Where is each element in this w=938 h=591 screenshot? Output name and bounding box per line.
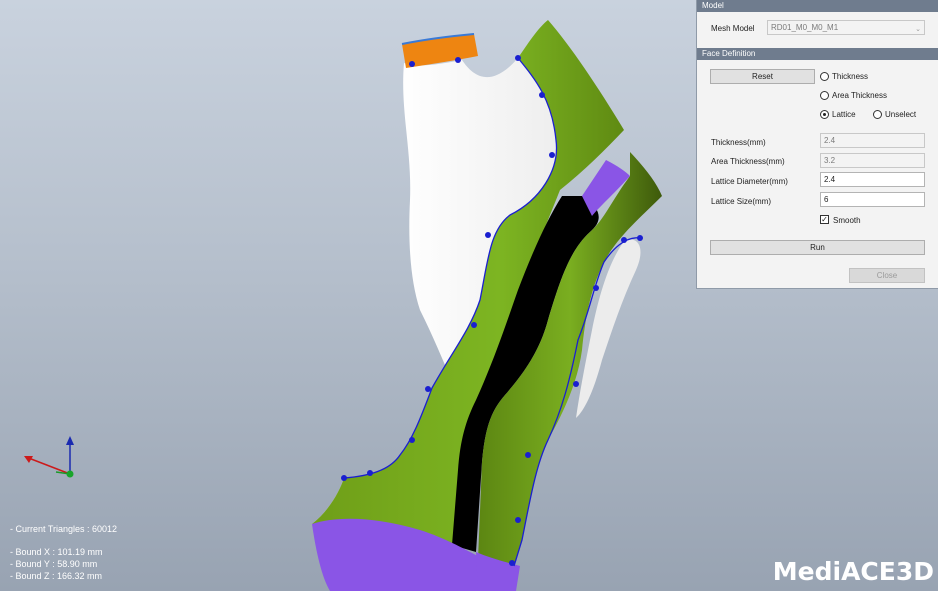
run-button[interactable]: Run <box>710 240 925 255</box>
control-point[interactable] <box>509 560 515 566</box>
smooth-label[interactable]: Smooth <box>833 216 861 225</box>
bound-x: - Bound X : 101.19 mm <box>10 547 103 557</box>
control-point[interactable] <box>409 61 415 67</box>
thickness-field: 2.4 <box>820 133 925 148</box>
model-section-header: Model <box>697 0 938 12</box>
reset-button[interactable]: Reset <box>710 69 815 84</box>
bound-z: - Bound Z : 166.32 mm <box>10 571 103 581</box>
control-point[interactable] <box>539 92 545 98</box>
lattice-diameter-field[interactable]: 2.4 <box>820 172 925 187</box>
area-thickness-field: 3.2 <box>820 153 925 168</box>
control-point[interactable] <box>471 322 477 328</box>
control-point[interactable] <box>455 57 461 63</box>
control-point[interactable] <box>621 237 627 243</box>
lattice-diameter-label: Lattice Diameter(mm) <box>711 177 788 186</box>
chevron-down-icon: ⌄ <box>915 26 921 33</box>
control-point[interactable] <box>573 381 579 387</box>
axis-origin <box>66 470 74 478</box>
radio-thickness[interactable] <box>820 72 829 81</box>
radio-thickness-label[interactable]: Thickness <box>832 72 868 81</box>
control-point[interactable] <box>593 285 599 291</box>
close-button[interactable]: Close <box>849 268 925 283</box>
control-point[interactable] <box>515 55 521 61</box>
area-thickness-label: Area Thickness(mm) <box>711 157 785 166</box>
radio-area-thickness-label[interactable]: Area Thickness <box>832 91 887 100</box>
smooth-checkbox[interactable]: ✓ <box>820 215 829 224</box>
mesh-model-label: Mesh Model <box>711 24 755 33</box>
control-point[interactable] <box>409 437 415 443</box>
radio-lattice-label[interactable]: Lattice <box>832 110 856 119</box>
control-point[interactable] <box>549 152 555 158</box>
control-point[interactable] <box>515 517 521 523</box>
thickness-label: Thickness(mm) <box>711 138 766 147</box>
lattice-size-label: Lattice Size(mm) <box>711 197 772 206</box>
mesh-model-value: RD01_M0_M0_M1 <box>771 23 839 32</box>
mediace3d-logo: MediACE3D <box>772 557 934 586</box>
triangle-count: - Current Triangles : 60012 <box>10 524 118 534</box>
radio-unselect-label[interactable]: Unselect <box>885 110 916 119</box>
lattice-size-field[interactable]: 6 <box>820 192 925 207</box>
control-point[interactable] <box>525 452 531 458</box>
control-point[interactable] <box>341 475 347 481</box>
mesh-model-select[interactable]: RD01_M0_M0_M1 ⌄ <box>767 20 925 35</box>
radio-area-thickness[interactable] <box>820 91 829 100</box>
radio-lattice[interactable] <box>820 110 829 119</box>
y-axis-arrow <box>66 436 74 445</box>
properties-panel: Model Mesh Model RD01_M0_M0_M1 ⌄ Face De… <box>696 0 938 289</box>
bound-y: - Bound Y : 58.90 mm <box>10 559 98 569</box>
x-axis-line <box>25 456 71 475</box>
axis-triad <box>24 436 74 478</box>
control-point[interactable] <box>637 235 643 241</box>
control-point[interactable] <box>485 232 491 238</box>
control-point[interactable] <box>367 470 373 476</box>
control-point[interactable] <box>425 386 431 392</box>
radio-unselect[interactable] <box>873 110 882 119</box>
face-definition-header: Face Definition <box>697 48 938 60</box>
